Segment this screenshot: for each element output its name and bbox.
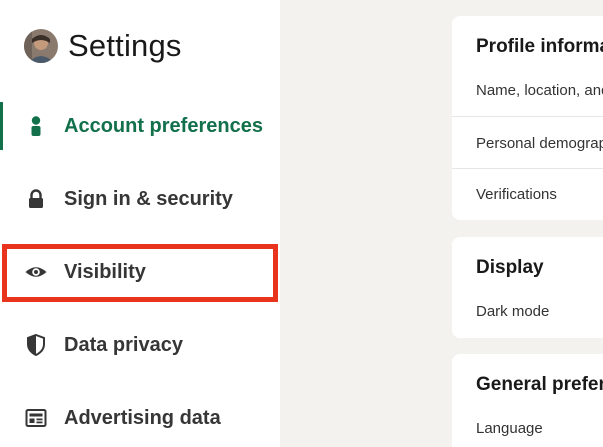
profile-row-name-location[interactable]: Name, location, and industry bbox=[476, 82, 603, 99]
newspaper-icon bbox=[24, 406, 48, 430]
sidebar-header: Settings bbox=[24, 24, 182, 68]
card-title: Profile information bbox=[476, 36, 603, 57]
profile-row-demographics[interactable]: Personal demographic information bbox=[476, 135, 603, 152]
page-title: Settings bbox=[68, 28, 182, 63]
sidebar-item-account-preferences[interactable]: Account preferences bbox=[0, 102, 280, 150]
general-preferences-card: General preferences Language bbox=[452, 354, 603, 447]
person-icon bbox=[24, 114, 48, 138]
card-title: General preferences bbox=[476, 374, 603, 395]
sidebar-item-label: Data privacy bbox=[64, 333, 183, 356]
shield-icon bbox=[24, 333, 48, 357]
sidebar-item-label: Sign in & security bbox=[64, 187, 233, 210]
sidebar-item-sign-in-security[interactable]: Sign in & security bbox=[0, 175, 280, 223]
profile-information-card: Profile information Name, location, and … bbox=[452, 16, 603, 220]
lock-icon bbox=[24, 187, 48, 211]
sidebar-item-advertising-data[interactable]: Advertising data bbox=[0, 394, 280, 442]
profile-row-verifications[interactable]: Verifications bbox=[476, 186, 557, 203]
sidebar-item-label: Account preferences bbox=[64, 114, 263, 137]
active-indicator bbox=[0, 102, 3, 150]
sidebar-item-label: Visibility bbox=[64, 260, 146, 283]
display-row-dark-mode[interactable]: Dark mode bbox=[476, 303, 549, 320]
eye-icon bbox=[24, 260, 48, 284]
display-card: Display Dark mode bbox=[452, 237, 603, 338]
divider bbox=[452, 116, 603, 117]
settings-sidebar: Settings Account preferences Sign in & s… bbox=[0, 0, 280, 447]
sidebar-item-data-privacy[interactable]: Data privacy bbox=[0, 321, 280, 369]
general-row-language[interactable]: Language bbox=[476, 420, 543, 437]
avatar[interactable] bbox=[24, 29, 58, 63]
sidebar-item-visibility[interactable]: Visibility bbox=[0, 248, 280, 296]
card-title: Display bbox=[476, 257, 544, 278]
sidebar-item-label: Advertising data bbox=[64, 406, 221, 429]
divider bbox=[452, 168, 603, 169]
